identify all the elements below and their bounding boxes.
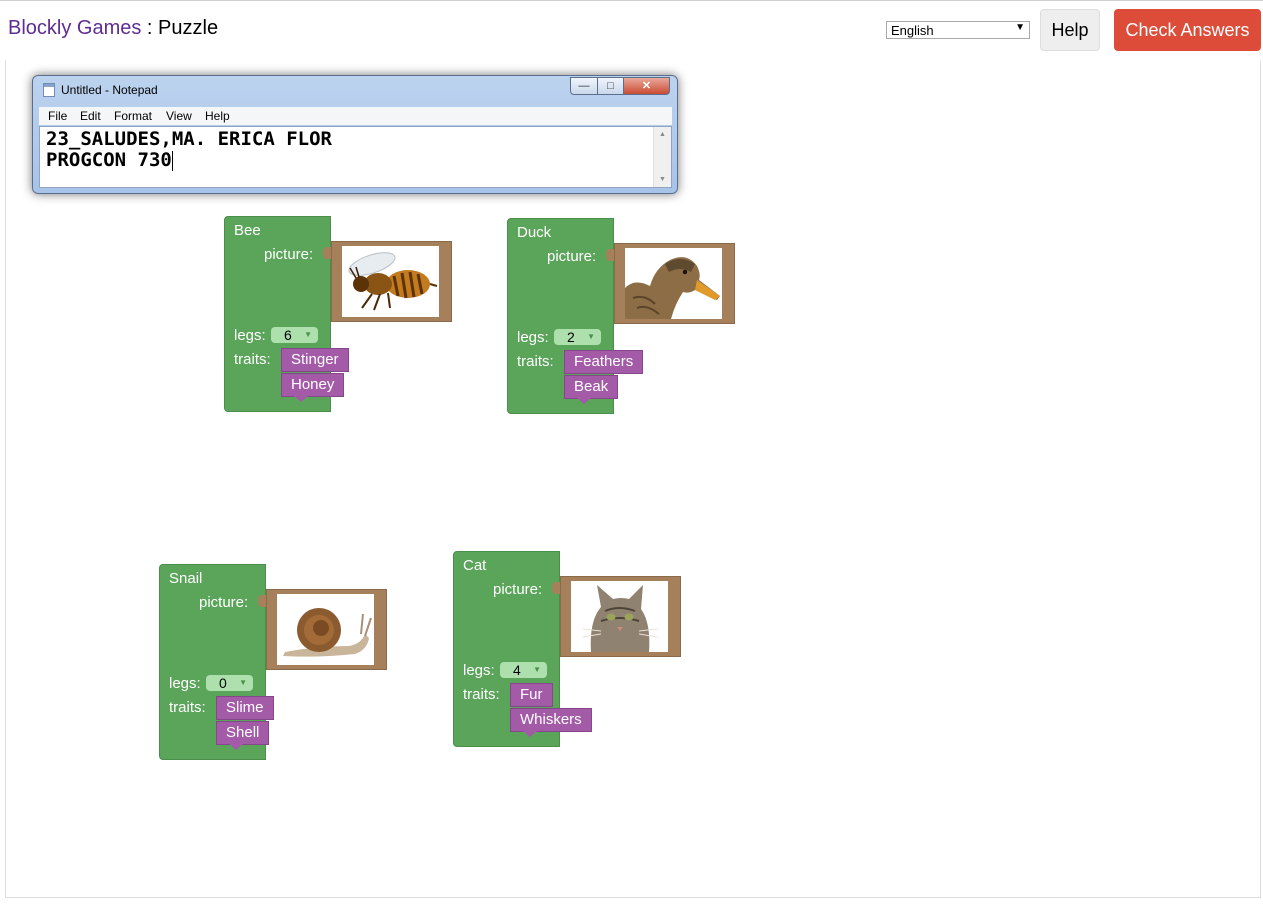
duck-picture xyxy=(625,248,722,319)
cat-icon xyxy=(582,585,658,652)
traits-label: traits: xyxy=(169,699,206,716)
chevron-down-icon: ▼ xyxy=(533,665,541,674)
notepad-title: Untitled - Notepad xyxy=(61,83,158,97)
chevron-down-icon: ▼ xyxy=(1015,22,1025,33)
legs-label: legs: xyxy=(517,329,549,346)
trait-block-feathers[interactable]: Feathers xyxy=(564,350,644,374)
page-name: Puzzle xyxy=(158,17,219,39)
chevron-down-icon: ▼ xyxy=(587,332,595,341)
scroll-up-icon[interactable]: ▲ xyxy=(659,131,666,138)
header: Blockly Games : Puzzle English ▼ Help Ch… xyxy=(0,0,1263,60)
picture-block-bee[interactable] xyxy=(323,241,452,322)
legs-value: 2 xyxy=(567,329,575,345)
site-name-link[interactable]: Blockly Games xyxy=(8,17,141,39)
legs-value: 6 xyxy=(284,327,292,343)
traits-label: traits: xyxy=(517,353,554,370)
chevron-down-icon: ▼ xyxy=(239,678,247,687)
legs-dropdown[interactable]: 4 ▼ xyxy=(500,662,547,678)
picture-label: picture: xyxy=(264,246,314,263)
help-button[interactable]: Help xyxy=(1040,9,1100,51)
traits-label: traits: xyxy=(463,686,500,703)
trait-block-beak[interactable]: Beak xyxy=(564,375,619,399)
trait-block-whiskers[interactable]: Whiskers xyxy=(510,708,592,732)
check-answers-button[interactable]: Check Answers xyxy=(1114,9,1261,51)
scroll-down-icon[interactable]: ▼ xyxy=(659,176,666,183)
title-separator: : xyxy=(141,17,159,39)
legs-label: legs: xyxy=(234,327,266,344)
vertical-scrollbar[interactable]: ▲ ▼ xyxy=(653,127,671,187)
picture-label: picture: xyxy=(493,581,543,598)
traits-label: traits: xyxy=(234,351,271,368)
menu-edit[interactable]: Edit xyxy=(80,109,101,123)
legs-value: 4 xyxy=(513,662,521,678)
language-value: English xyxy=(891,23,934,38)
picture-label: picture: xyxy=(547,248,597,265)
snail-icon xyxy=(283,608,372,657)
menu-format[interactable]: Format xyxy=(114,109,152,123)
text-line-2-content: PROGCON 730 xyxy=(46,149,172,171)
trait-block-fur[interactable]: Fur xyxy=(510,683,553,707)
chevron-down-icon: ▼ xyxy=(304,330,312,339)
picture-label: picture: xyxy=(199,594,249,611)
close-button[interactable]: ✕ xyxy=(623,77,670,95)
notepad-icon xyxy=(43,83,55,97)
trait-block-honey[interactable]: Honey xyxy=(281,373,345,397)
text-line-2: PROGCON 730 xyxy=(46,149,173,171)
animal-name: Bee xyxy=(234,222,261,239)
notepad-text-area[interactable]: 23_SALUDES,MA. ERICA FLOR PROGCON 730 ▲ … xyxy=(39,126,672,188)
picture-block-cat[interactable] xyxy=(552,576,681,657)
legs-dropdown[interactable]: 2 ▼ xyxy=(554,329,601,345)
menu-help[interactable]: Help xyxy=(205,109,230,123)
duck-icon xyxy=(625,257,720,319)
language-select[interactable]: English ▼ xyxy=(886,21,1030,39)
notepad-menubar: File Edit Format View Help xyxy=(39,107,672,125)
minimize-button[interactable]: — xyxy=(570,77,598,95)
legs-label: legs: xyxy=(169,675,201,692)
trait-block-stinger[interactable]: Stinger xyxy=(281,348,349,372)
legs-dropdown[interactable]: 6 ▼ xyxy=(271,327,318,343)
animal-name: Cat xyxy=(463,557,487,574)
legs-value: 0 xyxy=(219,675,227,691)
notepad-window[interactable]: Untitled - Notepad — □ ✕ File Edit Forma… xyxy=(32,75,678,194)
snail-picture xyxy=(277,594,374,665)
picture-block-duck[interactable] xyxy=(606,243,735,324)
text-cursor xyxy=(171,150,173,171)
animal-name: Snail xyxy=(169,570,203,587)
bee-icon xyxy=(348,252,438,311)
picture-block-snail[interactable] xyxy=(258,589,387,670)
page-title: Blockly Games : Puzzle xyxy=(8,17,218,40)
menu-file[interactable]: File xyxy=(48,109,67,123)
menu-view[interactable]: View xyxy=(166,109,192,123)
trait-block-shell[interactable]: Shell xyxy=(216,721,270,745)
cat-picture xyxy=(571,581,668,652)
legs-label: legs: xyxy=(463,662,495,679)
trait-block-slime[interactable]: Slime xyxy=(216,696,274,720)
bee-picture xyxy=(342,246,439,317)
text-line-1: 23_SALUDES,MA. ERICA FLOR xyxy=(46,128,332,150)
legs-dropdown[interactable]: 0 ▼ xyxy=(206,675,253,691)
maximize-button[interactable]: □ xyxy=(597,77,624,95)
animal-name: Duck xyxy=(517,224,552,241)
